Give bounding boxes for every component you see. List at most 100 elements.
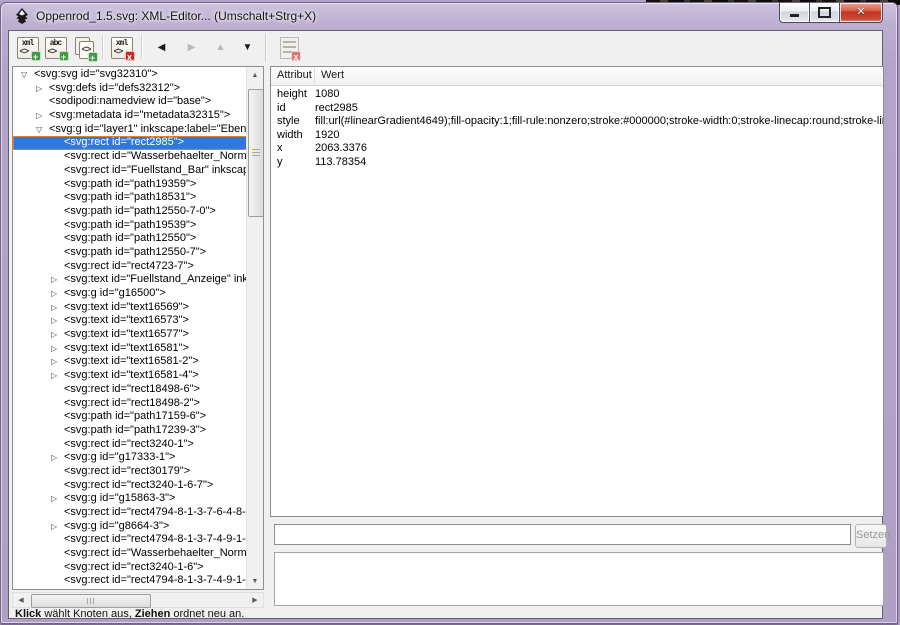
xml-editor-window: Oppenrod_1.5.svg: XML-Editor... (Umschal… bbox=[0, 2, 898, 624]
collapse-arrow-icon[interactable]: ▽ bbox=[21, 68, 34, 82]
tree-node[interactable]: <svg:path id="path19359"> bbox=[13, 178, 246, 192]
move-node-up-button[interactable]: ▲ bbox=[208, 35, 233, 60]
tree-node[interactable]: ▷<svg:text id="text16573"> bbox=[13, 314, 246, 328]
expand-arrow-icon[interactable]: ▷ bbox=[36, 82, 49, 96]
close-button[interactable]: ✕ bbox=[840, 3, 883, 23]
vertical-scroll-thumb[interactable] bbox=[248, 89, 264, 217]
tree-node[interactable]: ▷<svg:g id="g8664-3"> bbox=[13, 520, 246, 534]
expand-arrow-icon[interactable]: ▷ bbox=[51, 287, 64, 301]
attribute-value-editor[interactable] bbox=[274, 552, 884, 606]
tree-node-selected[interactable]: <svg:rect id="rect2985"> bbox=[13, 136, 246, 150]
tree-node[interactable]: <svg:rect id="rect4794-8-1-3-7-4-9-1-4-7 bbox=[13, 574, 246, 588]
attribute-row[interactable]: stylefill:url(#linearGradient4649);fill-… bbox=[271, 115, 883, 129]
expand-arrow-icon[interactable]: ▷ bbox=[51, 301, 64, 315]
tree-node[interactable]: ▽<svg:svg id="svg32310"> bbox=[13, 68, 246, 82]
new-element-node-icon: xml <> + bbox=[17, 37, 39, 59]
scroll-left-arrow-icon[interactable]: ◀ bbox=[13, 593, 29, 607]
move-node-down-button[interactable]: ▼ bbox=[235, 35, 260, 60]
tree-node[interactable]: <svg:path id="path19539"> bbox=[13, 219, 246, 233]
tree-horizontal-scrollbar[interactable]: ◀ ▶ bbox=[12, 592, 264, 608]
tree-node[interactable]: ▷<svg:metadata id="metadata32315"> bbox=[13, 109, 246, 123]
tree-node[interactable]: <svg:path id="path12550-7"> bbox=[13, 246, 246, 260]
new-element-node-button[interactable]: xml <> + bbox=[15, 35, 40, 60]
attribute-name-input[interactable] bbox=[274, 524, 851, 545]
attribute-row[interactable]: idrect2985 bbox=[271, 102, 883, 116]
column-header-wert[interactable]: Wert bbox=[315, 67, 883, 85]
column-header-attribut[interactable]: Attribut bbox=[271, 67, 315, 85]
expand-arrow-icon[interactable]: ▷ bbox=[51, 342, 64, 356]
expand-arrow-icon[interactable]: ▷ bbox=[51, 355, 64, 369]
duplicate-node-button[interactable]: <> + bbox=[71, 35, 96, 60]
tree-node[interactable]: <svg:rect id="rect4794-8-1-3-7-4-9-1-4-7 bbox=[13, 533, 246, 547]
attribute-row[interactable]: y113.78354 bbox=[271, 156, 883, 170]
tree-node-label: <svg:text id="text16577"> bbox=[64, 328, 189, 342]
expand-arrow-icon[interactable]: ▷ bbox=[51, 314, 64, 328]
tree-node[interactable]: ▷<svg:text id="Fuellstand_Anzeige" inksc… bbox=[13, 273, 246, 287]
tree-node[interactable]: ▷<svg:text id="text16569"> bbox=[13, 301, 246, 315]
expand-arrow-icon[interactable]: ▷ bbox=[51, 369, 64, 383]
arrow-right-icon: ▶ bbox=[188, 43, 196, 53]
titlebar[interactable]: Oppenrod_1.5.svg: XML-Editor... (Umschal… bbox=[1, 3, 897, 29]
expand-arrow-icon[interactable]: ▷ bbox=[51, 273, 64, 287]
tree-node[interactable]: <svg:path id="path17239-3"> bbox=[13, 424, 246, 438]
expand-arrow-icon[interactable]: ▷ bbox=[36, 109, 49, 123]
attribute-row[interactable]: x2063.3376 bbox=[271, 142, 883, 156]
tree-node[interactable]: <svg:rect id="rect4723-7"> bbox=[13, 260, 246, 274]
attribute-value: 1920 bbox=[315, 129, 883, 143]
collapse-arrow-icon[interactable]: ▽ bbox=[36, 123, 49, 137]
maximize-button[interactable] bbox=[809, 3, 840, 23]
set-attribute-button[interactable]: Setzen bbox=[855, 524, 887, 548]
tree-node[interactable]: ▷<svg:defs id="defs32312"> bbox=[13, 82, 246, 96]
tree-node-label: <svg:rect id="rect18498-6"> bbox=[64, 383, 200, 397]
attribute-row[interactable]: height1080 bbox=[271, 88, 883, 102]
scroll-up-arrow-icon[interactable]: ▲ bbox=[247, 67, 263, 83]
tree-node[interactable]: <svg:path id="path17159-6"> bbox=[13, 410, 246, 424]
tree-node[interactable]: ▷<svg:text id="text16581-2"> bbox=[13, 355, 246, 369]
tree-node[interactable]: <svg:rect id="rect4794-8-1-3-7-6-4-8-8-1 bbox=[13, 506, 246, 520]
unindent-node-button[interactable]: ◀ bbox=[149, 35, 174, 60]
expand-arrow-icon[interactable]: ▷ bbox=[51, 328, 64, 342]
tree-node[interactable]: <svg:rect id="rect3240-1-6"> bbox=[13, 561, 246, 575]
tree-node[interactable]: <svg:path id="path12550"> bbox=[13, 232, 246, 246]
expand-arrow-icon[interactable]: ▷ bbox=[51, 451, 64, 465]
tree-node-label: <svg:path id="path19539"> bbox=[64, 219, 196, 233]
tree-vertical-scrollbar[interactable]: ▲ ▼ bbox=[246, 67, 263, 589]
tree-node[interactable]: ▽<svg:g id="layer1" inkscape:label="Eben… bbox=[13, 123, 246, 137]
tree-node[interactable]: ▷<svg:g id="g17333-1"> bbox=[13, 451, 246, 465]
minimize-button[interactable] bbox=[779, 3, 809, 23]
scroll-right-arrow-icon[interactable]: ▶ bbox=[247, 593, 263, 607]
expand-arrow-icon[interactable]: ▷ bbox=[51, 520, 64, 534]
tree-node[interactable]: ▷<svg:text id="text16581"> bbox=[13, 342, 246, 356]
tree-node-label: <svg:path id="path19359"> bbox=[64, 178, 196, 192]
delete-node-button[interactable]: xml <> x bbox=[109, 35, 134, 60]
tree-node[interactable]: <svg:rect id="rect18498-6"> bbox=[13, 383, 246, 397]
tree-node[interactable]: <svg:rect id="Wasserbehaelter_Normal_F bbox=[13, 547, 246, 561]
new-text-node-button[interactable]: abc <> + bbox=[43, 35, 68, 60]
tree-node[interactable]: ▷<svg:text id="text16577"> bbox=[13, 328, 246, 342]
tree-node[interactable]: ▷<svg:g id="g15863-3"> bbox=[13, 492, 246, 506]
delete-attribute-button[interactable]: x bbox=[277, 35, 302, 60]
tree-node[interactable]: <sodipodi:namedview id="base"> bbox=[13, 95, 246, 109]
tree-node[interactable]: ▷<svg:text id="text16581-4"> bbox=[13, 369, 246, 383]
tree-node[interactable]: <svg:rect id="rect3240-1-6-7"> bbox=[13, 479, 246, 493]
expand-arrow-icon[interactable]: ▷ bbox=[51, 492, 64, 506]
tree-node[interactable]: <svg:rect id="rect30179"> bbox=[13, 465, 246, 479]
tree-node[interactable]: <svg:rect id="rect18498-2"> bbox=[13, 397, 246, 411]
delete-node-icon: xml <> x bbox=[111, 37, 133, 59]
tree-node[interactable]: <svg:rect id="rect3240-1"> bbox=[13, 438, 246, 452]
attribute-row[interactable]: width1920 bbox=[271, 129, 883, 143]
tree-node[interactable]: <svg:path id="path12550-7-0"> bbox=[13, 205, 246, 219]
minimize-icon bbox=[790, 14, 799, 17]
horizontal-scroll-thumb[interactable] bbox=[31, 594, 151, 608]
indent-node-button[interactable]: ▶ bbox=[179, 35, 204, 60]
tree-node[interactable]: ▷<svg:g id="g16500"> bbox=[13, 287, 246, 301]
tree-node[interactable]: <svg:rect id="Fuellstand_Bar" inkscape:l… bbox=[13, 164, 246, 178]
attribute-rows: height1080idrect2985stylefill:url(#linea… bbox=[271, 88, 883, 169]
scroll-down-arrow-icon[interactable]: ▼ bbox=[247, 573, 263, 589]
inkscape-icon bbox=[14, 8, 30, 24]
tree-node[interactable]: <svg:path id="path18531"> bbox=[13, 191, 246, 205]
status-bold: Klick bbox=[15, 608, 41, 620]
tree-node[interactable]: <svg:rect id="Wasserbehaelter_Normal_F bbox=[13, 150, 246, 164]
attribute-name: height bbox=[271, 88, 315, 102]
delete-attribute-icon: x bbox=[280, 37, 299, 59]
